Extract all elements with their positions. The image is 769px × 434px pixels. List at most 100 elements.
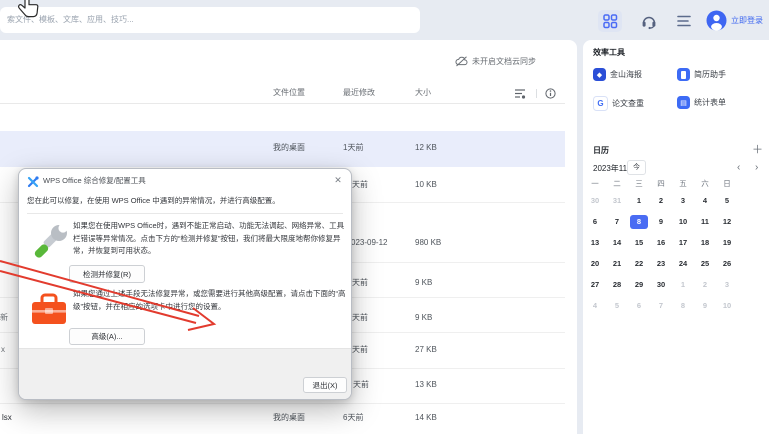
calendar-day[interactable]: 25: [696, 257, 714, 271]
wrench-repair-icon: [31, 223, 69, 261]
tool-stats-form[interactable]: ▤ 统计表单: [677, 96, 726, 109]
support-headset-button[interactable]: [640, 12, 658, 30]
calendar-prev-icon[interactable]: ‹: [737, 162, 740, 174]
calendar-day[interactable]: 9: [696, 299, 714, 313]
avatar-person-icon: [706, 10, 727, 31]
repair-config-dialog: WPS Office 综合修复/配置工具 ✕ 您在此可以修复，在使用 WPS O…: [18, 168, 352, 400]
calendar-day[interactable]: 2: [696, 278, 714, 292]
calendar-day[interactable]: 30: [586, 194, 604, 208]
tool-label: 论文查重: [612, 99, 644, 108]
calendar-day[interactable]: 16: [652, 236, 670, 250]
close-icon[interactable]: ✕: [331, 173, 345, 187]
calendar-next-icon[interactable]: ›: [755, 162, 758, 174]
weekday-label: 一: [591, 179, 599, 188]
app-window: 索文件、模板、文库、应用、技巧... 立即登录 未开启文档云同步 文件位置 最近…: [0, 0, 769, 434]
calendar-day[interactable]: 19: [718, 236, 736, 250]
calendar-day[interactable]: 1: [674, 278, 692, 292]
calendar-day[interactable]: 1: [630, 194, 648, 208]
header-rule: [0, 103, 565, 104]
calendar-day[interactable]: 5: [718, 194, 736, 208]
calendar-day[interactable]: 7: [652, 299, 670, 313]
repair-description: 如果您在使用WPS Office时，遇到不能正常启动、功能无法调起、网络异常、工…: [73, 221, 345, 255]
cloud-sync-off-icon: [455, 56, 468, 67]
detect-repair-button[interactable]: 检测并修复(R): [69, 265, 145, 283]
calendar-day[interactable]: 13: [586, 236, 604, 250]
info-button[interactable]: [545, 88, 556, 99]
stats-form-icon: ▤: [677, 96, 690, 109]
mouse-hand-cursor: [15, 0, 41, 22]
user-avatar[interactable]: [706, 10, 727, 31]
calendar-day[interactable]: 31: [608, 194, 626, 208]
cell-size: 13 KB: [415, 380, 437, 389]
calendar-day[interactable]: 20: [586, 257, 604, 271]
cloud-sync-label: 未开启文档云同步: [472, 57, 536, 66]
calendar-day[interactable]: 8: [674, 299, 692, 313]
calendar-day[interactable]: 5: [608, 299, 626, 313]
headset-icon: [642, 16, 656, 30]
calendar-day[interactable]: 17: [674, 236, 692, 250]
tool-paper-check[interactable]: G 论文查重: [593, 96, 644, 111]
column-header-size[interactable]: 大小: [415, 87, 431, 99]
calendar-day[interactable]: 10: [674, 215, 692, 229]
apps-grid-button[interactable]: [598, 10, 622, 32]
cell-size: 9 KB: [415, 313, 433, 322]
tool-resume-assistant[interactable]: 简历助手: [677, 68, 726, 81]
weekday-label: 五: [679, 179, 687, 188]
calendar-day[interactable]: 4: [696, 194, 714, 208]
cell-size: 27 KB: [415, 345, 437, 354]
calendar-day[interactable]: 6: [586, 215, 604, 229]
calendar-day[interactable]: 18: [696, 236, 714, 250]
cloud-sync-notice[interactable]: 未开启文档云同步: [455, 56, 536, 67]
calendar-day[interactable]: 30: [652, 278, 670, 292]
calendar-day[interactable]: 27: [586, 278, 604, 292]
calendar-day[interactable]: 3: [718, 278, 736, 292]
calendar-day[interactable]: 6: [630, 299, 648, 313]
column-header-modified[interactable]: 最近修改: [343, 87, 375, 99]
calendar-day[interactable]: 26: [718, 257, 736, 271]
calendar-day[interactable]: 23: [652, 257, 670, 271]
cell-modified: 023-09-12: [351, 238, 388, 247]
calendar-add-icon[interactable]: ＋: [752, 144, 763, 156]
calendar-day[interactable]: 3: [674, 194, 692, 208]
calendar-day[interactable]: 7: [608, 215, 626, 229]
calendar-section-title: 日历: [593, 146, 609, 155]
calendar-day-selected[interactable]: 8: [630, 215, 648, 229]
tools-section-title: 效率工具: [593, 48, 625, 57]
calendar-day[interactable]: 12: [718, 215, 736, 229]
calendar-day[interactable]: 14: [608, 236, 626, 250]
cell-modified: 6天前: [343, 413, 364, 422]
search-input[interactable]: 索文件、模板、文库、应用、技巧...: [0, 7, 420, 33]
weekday-label: 二: [613, 179, 621, 188]
calendar-day[interactable]: 24: [674, 257, 692, 271]
calendar-day[interactable]: 10: [718, 299, 736, 313]
advanced-button[interactable]: 高级(A)...: [69, 328, 145, 345]
poster-icon: ◆: [593, 68, 606, 81]
cell-size: 9 KB: [415, 278, 433, 287]
cell-location: 我的桌面: [273, 143, 305, 152]
calendar-day[interactable]: 11: [696, 215, 714, 229]
filter-list-icon: [515, 89, 526, 99]
hamburger-menu-icon: [677, 15, 691, 27]
cell-modified: 1天前: [343, 143, 364, 152]
calendar-day[interactable]: 15: [630, 236, 648, 250]
column-header-location[interactable]: 文件位置: [273, 87, 305, 99]
calendar-day[interactable]: 4: [586, 299, 604, 313]
calendar-day[interactable]: 22: [630, 257, 648, 271]
calendar-day[interactable]: 2: [652, 194, 670, 208]
cell-modified: 天前: [352, 278, 368, 287]
calendar-day[interactable]: 29: [630, 278, 648, 292]
login-button[interactable]: 立即登录: [731, 14, 763, 28]
weekday-label: 六: [701, 179, 709, 188]
dialog-intro-text: 您在此可以修复，在使用 WPS Office 中遇到的异常情况，并进行高级配置。: [27, 196, 280, 205]
exit-button[interactable]: 退出(X): [303, 377, 347, 393]
main-menu-button[interactable]: [677, 15, 691, 27]
calendar-day[interactable]: 9: [652, 215, 670, 229]
calendar-day[interactable]: 28: [608, 278, 626, 292]
tool-label: 简历助手: [694, 70, 726, 79]
tool-label: 统计表单: [694, 98, 726, 107]
calendar-today-button[interactable]: 今: [627, 160, 646, 175]
list-display-settings-button[interactable]: [514, 88, 526, 99]
tool-poster[interactable]: ◆ 金山海报: [593, 68, 642, 81]
cell-name-fragment: lsx: [2, 413, 12, 422]
calendar-day[interactable]: 21: [608, 257, 626, 271]
